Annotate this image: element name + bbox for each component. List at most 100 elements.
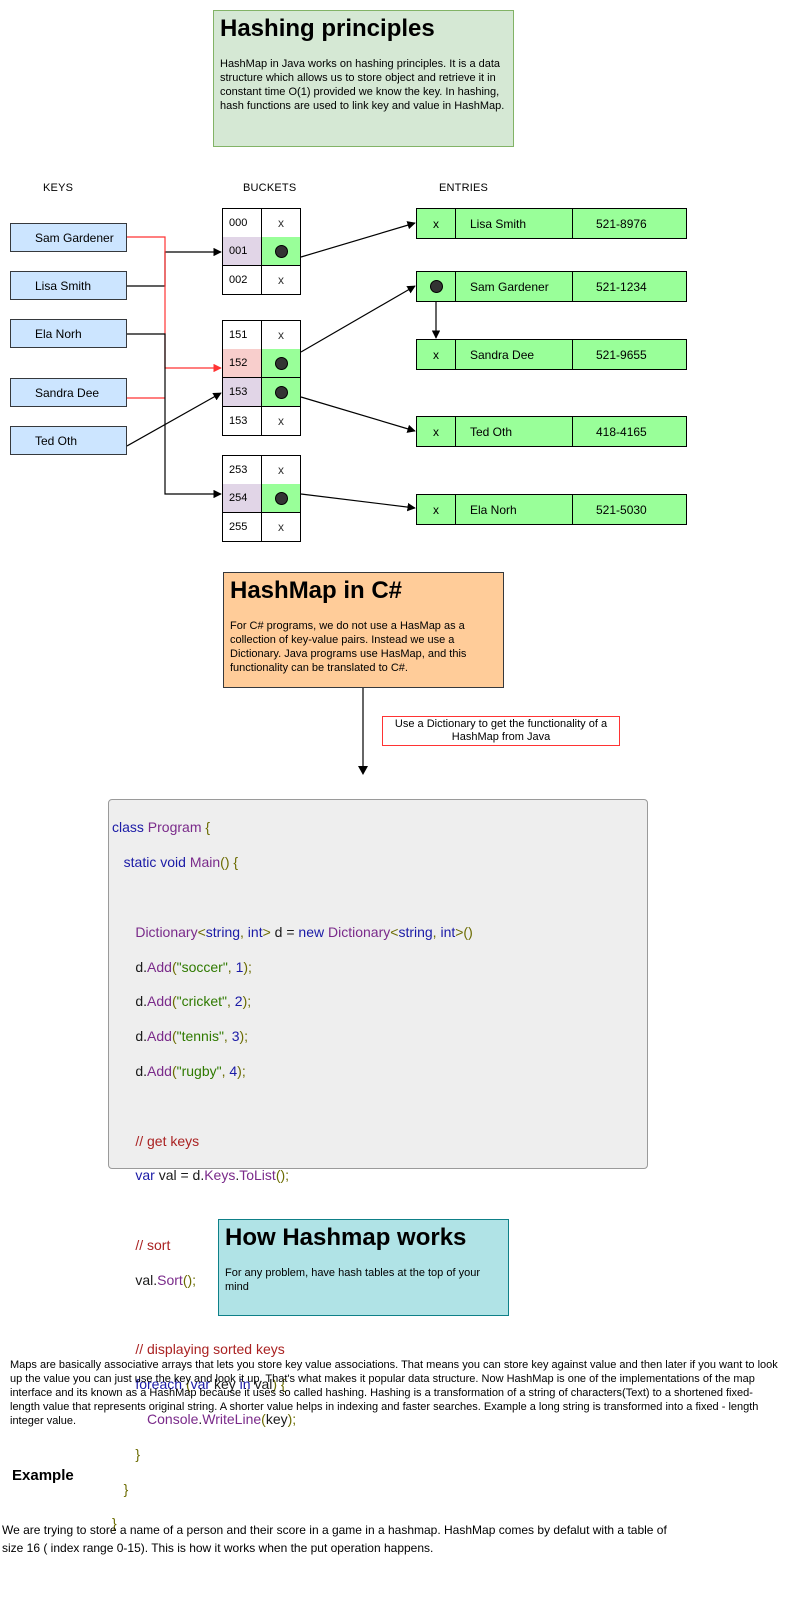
entry-phone: 521-8976: [596, 216, 647, 231]
bucket-value: x: [278, 273, 285, 287]
key-label: Ted Oth: [35, 433, 78, 448]
entry-row: x Lisa Smith 521-8976: [416, 208, 687, 239]
bucket-pointer: [262, 237, 300, 265]
edge-152-to-sam-entry: [300, 285, 416, 353]
code-line: class Program {: [112, 819, 211, 836]
entry-phone: 418-4165: [596, 424, 647, 439]
code-line: // displaying sorted keys: [112, 1341, 285, 1358]
entry-name: Ted Oth: [456, 417, 573, 446]
code-line: static void Main() {: [112, 854, 239, 871]
code-line: d.Add("cricket", 2);: [112, 993, 252, 1010]
code-line: // get keys: [112, 1132, 200, 1149]
bucket-row: 254: [222, 484, 301, 513]
bucket-index: 001: [223, 237, 263, 265]
key-box: Ted Oth: [10, 426, 127, 455]
edge-ted-to-153: [126, 392, 222, 447]
arrow-to-code: [358, 688, 368, 775]
entry-row: x Ted Oth 418-4165: [416, 416, 687, 447]
code-line: var val = d.Keys.ToList();: [112, 1167, 290, 1184]
pointer-dot-icon: [274, 385, 288, 399]
entry-next: x: [417, 340, 456, 369]
entry-name: Sandra Dee: [456, 340, 573, 369]
dictionary-label-box: Use a Dictionary to get the functionalit…: [382, 716, 620, 746]
bucket-index: 255: [223, 513, 263, 541]
key-box: Ela Norh: [10, 319, 127, 348]
bucket-row: 253 x: [222, 455, 301, 485]
bucket-row: 153 x: [222, 407, 301, 436]
entry-row: Sam Gardener 521-1234: [416, 271, 687, 302]
entry-next: x: [417, 417, 456, 446]
bucket-row: 001: [222, 237, 301, 266]
pointer-dot-icon: [274, 491, 288, 505]
code-line: d.Add("tennis", 3);: [112, 1028, 249, 1045]
key-label: Ela Norh: [35, 326, 82, 341]
bucket-value: x: [278, 328, 285, 342]
entry-name: Sam Gardener: [456, 272, 573, 301]
entry-next: x: [417, 209, 456, 238]
edge-lisa-to-001: [127, 247, 222, 287]
code-block: class Program { static void Main() { Dic…: [108, 799, 648, 1531]
bucket-row: 152: [222, 349, 301, 378]
bucket-value: x: [278, 463, 285, 477]
bucket-index: 153: [223, 378, 263, 406]
bucket-row: 000 x: [222, 208, 301, 238]
how-hashmap-note: How Hashmap works For any problem, have …: [218, 1219, 509, 1316]
entry-phone: 521-5030: [596, 502, 647, 517]
bucket-row: 153: [222, 378, 301, 407]
pointer-dot-icon: [274, 356, 288, 370]
bucket-value: x: [278, 520, 285, 534]
code-line: d.Add("rugby", 4);: [112, 1062, 246, 1079]
bucket-index: 152: [223, 349, 263, 377]
pointer-dot-icon: [274, 244, 288, 258]
code-line: }: [112, 1445, 141, 1462]
bucket-index: 151: [223, 321, 263, 349]
code-line: d.Add("soccer", 1);: [112, 958, 252, 975]
example-heading: Example: [12, 1467, 74, 1484]
code-line: Dictionary<string, int> d = new Dictiona…: [112, 923, 473, 940]
bucket-index: 000: [223, 209, 263, 237]
key-box: Sandra Dee: [10, 378, 127, 407]
edge-153-to-ted-entry: [300, 396, 416, 433]
entry-phone: 521-9655: [596, 347, 647, 362]
entry-name: Ela Norh: [456, 495, 573, 524]
dictionary-label: Use a Dictionary to get the functionalit…: [394, 718, 608, 743]
edge-001-to-lisa-entry: [300, 221, 416, 258]
entry-row: x Ela Norh 521-5030: [416, 494, 687, 525]
bucket-row: 255 x: [222, 513, 301, 542]
how-hashmap-title: How Hashmap works: [225, 1224, 467, 1251]
bucket-index: 253: [223, 456, 263, 484]
csharp-note-body: For C# programs, we do not use a HasMap …: [230, 620, 467, 674]
entry-next-pointer: [417, 272, 456, 301]
key-box: Sam Gardener: [10, 223, 127, 252]
how-hashmap-body: For any problem, have hash tables at the…: [225, 1267, 480, 1293]
bucket-pointer: [262, 378, 300, 406]
pointer-dot-icon: [429, 280, 443, 293]
entry-phone: 521-1234: [596, 279, 647, 294]
code-line: }: [112, 1480, 129, 1497]
bucket-index: 002: [223, 266, 263, 294]
edge-sam-to-152: [127, 236, 222, 373]
key-label: Lisa Smith: [35, 278, 92, 293]
bucket-row: 002 x: [222, 266, 301, 295]
bucket-pointer: [262, 349, 300, 377]
csharp-note-title: HashMap in C#: [230, 577, 403, 604]
key-label: Sandra Dee: [35, 385, 100, 400]
bucket-index: 153: [223, 407, 263, 435]
csharp-note: HashMap in C# For C# programs, we do not…: [223, 572, 504, 688]
bucket-row: 151 x: [222, 320, 301, 350]
bucket-pointer: [262, 484, 300, 512]
edge-254-to-ela-entry: [300, 493, 416, 512]
entry-name: Lisa Smith: [456, 209, 573, 238]
entry-next: x: [417, 495, 456, 524]
entry-row: x Sandra Dee 521-9655: [416, 339, 687, 370]
bucket-value: x: [278, 414, 285, 428]
maps-paragraph: Maps are basically associative arrays th…: [10, 1359, 778, 1427]
bucket-value: x: [278, 216, 285, 230]
key-box: Lisa Smith: [10, 271, 127, 300]
bucket-index: 254: [223, 484, 263, 512]
example-paragraph: We are trying to store a name of a perso…: [2, 1523, 667, 1555]
edge-ela-to-254: [127, 333, 222, 499]
